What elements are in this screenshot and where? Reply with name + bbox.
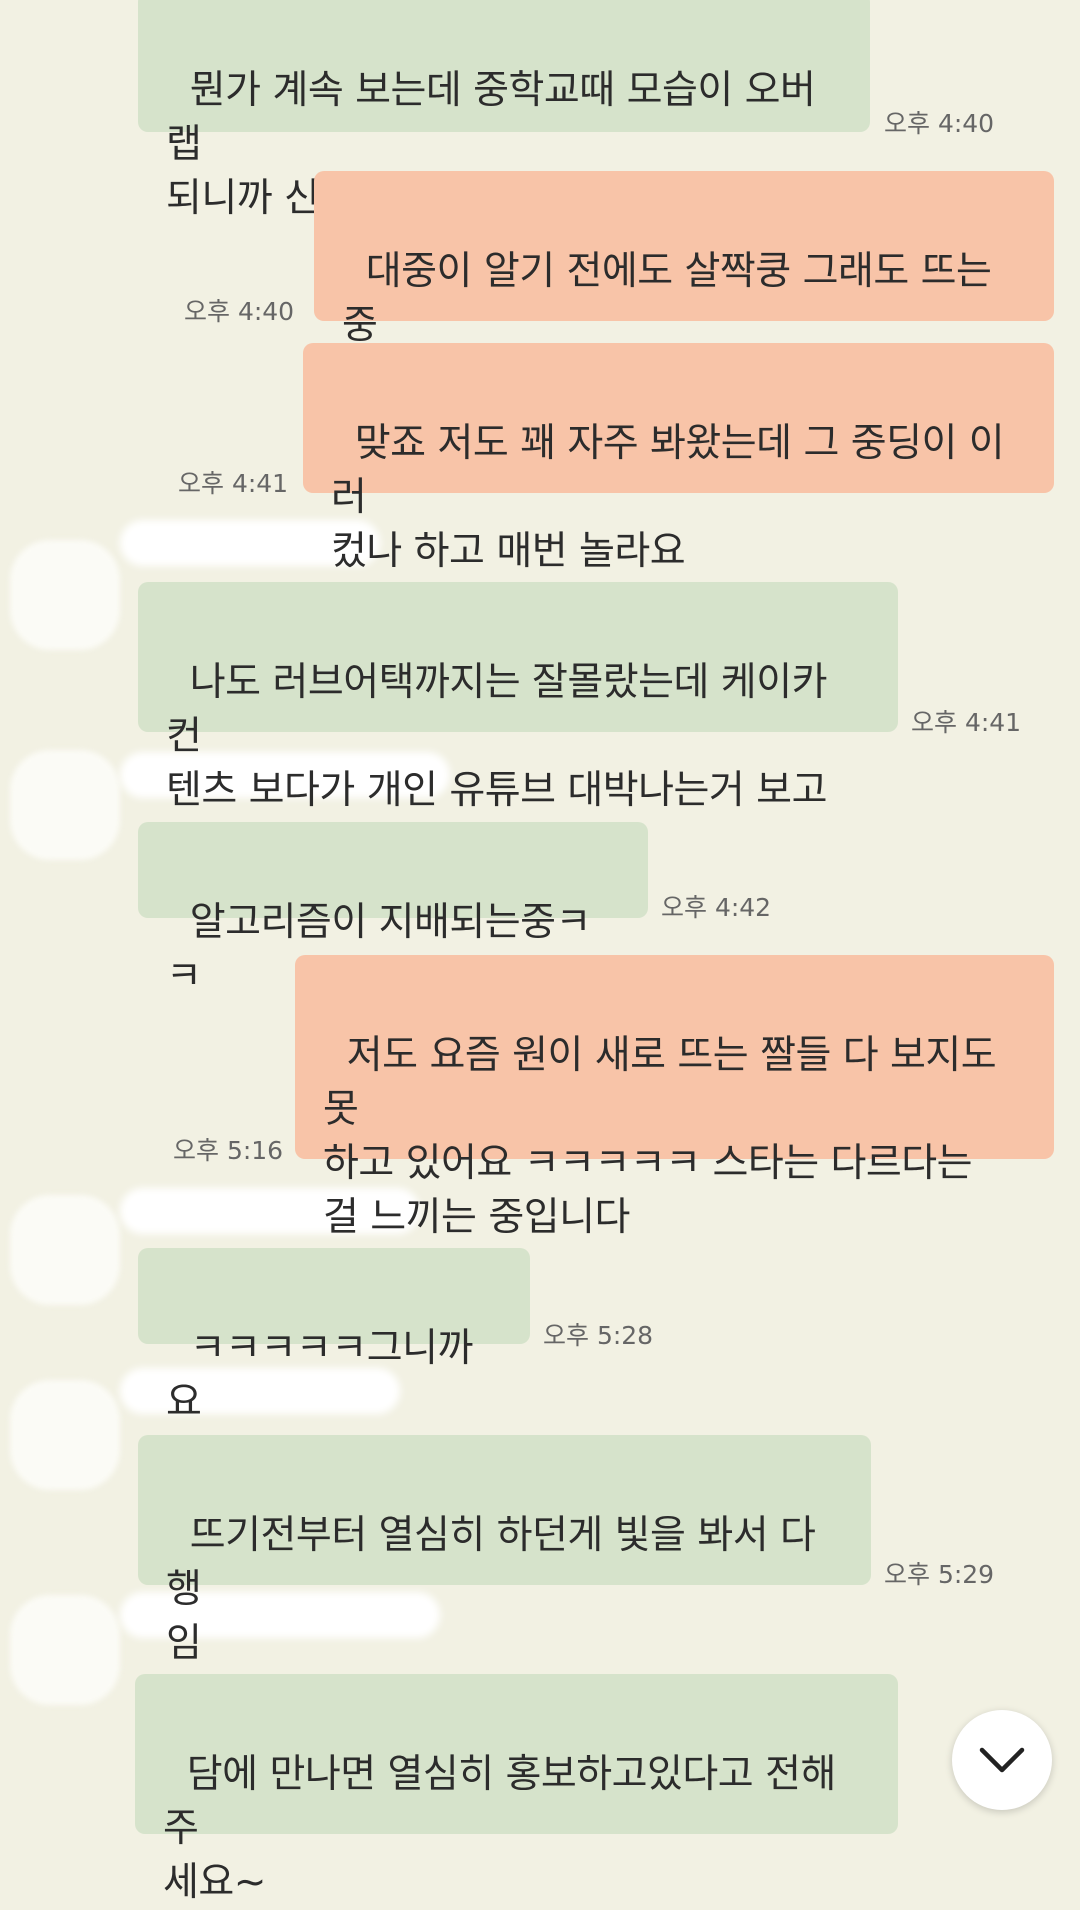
message-timestamp: 오후 4:41 [911, 708, 1022, 737]
chat-message-outgoing[interactable]: 저도 요즘 원이 새로 뜨는 짤들 다 보지도 못 하고 있어요 ㅋㅋㅋㅋㅋ 스… [295, 955, 1054, 1240]
chat-message-incoming[interactable]: 뭔가 계속 보는데 중학교때 모습이 오버랩 되니까 신기하네요ㅋㅋ [138, 0, 870, 221]
chat-message-outgoing[interactable]: 대중이 알기 전에도 살짝쿵 그래도 뜨는 중 이었달까 [314, 171, 1054, 402]
chat-message-incoming[interactable]: ㅋㅋㅋㅋㅋ그니까요 [138, 1248, 530, 1425]
message-text: 담에 만나면 열심히 홍보하고있다고 전해주 세요~ [163, 1752, 836, 1905]
message-timestamp: 오후 4:42 [661, 893, 772, 922]
chevron-down-icon [979, 1747, 1025, 1773]
chat-message-incoming[interactable]: 알고리즘이 지배되는중ㅋㅋ [138, 822, 648, 999]
avatar[interactable] [10, 750, 120, 860]
message-text: 나도 러브어택까지는 잘몰랐는데 케이카 컨 텐츠 보다가 개인 유튜브 대박나… [166, 660, 827, 813]
avatar[interactable] [10, 1195, 120, 1305]
avatar[interactable] [10, 1595, 120, 1705]
message-timestamp: 오후 5:29 [884, 1560, 995, 1589]
scroll-to-bottom-button[interactable] [952, 1710, 1052, 1810]
chat-message-incoming[interactable]: 담에 만나면 열심히 홍보하고있다고 전해주 세요~ [135, 1674, 898, 1905]
message-timestamp: 오후 5:28 [543, 1321, 654, 1350]
message-text: 저도 요즘 원이 새로 뜨는 짤들 다 보지도 못 하고 있어요 ㅋㅋㅋㅋㅋ 스… [323, 1033, 997, 1240]
chat-message-incoming[interactable]: 나도 러브어택까지는 잘몰랐는데 케이카 컨 텐츠 보다가 개인 유튜브 대박나… [138, 582, 898, 813]
chat-message-incoming[interactable]: 뜨기전부터 열심히 하던게 빛을 봐서 다행 임 [138, 1435, 871, 1666]
message-text: 맞죠 저도 꽤 자주 봐왔는데 그 중딩이 이러 컸나 하고 매번 놀라요 [331, 421, 1005, 574]
avatar[interactable] [10, 540, 120, 650]
message-timestamp: 오후 4:40 [184, 297, 295, 326]
message-text: 뜨기전부터 열심히 하던게 빛을 봐서 다행 임 [166, 1513, 816, 1666]
message-timestamp: 오후 4:40 [884, 109, 995, 138]
avatar[interactable] [10, 1380, 120, 1490]
message-timestamp: 오후 4:41 [178, 469, 289, 498]
chat-message-outgoing[interactable]: 맞죠 저도 꽤 자주 봐왔는데 그 중딩이 이러 컸나 하고 매번 놀라요 [303, 343, 1054, 574]
message-timestamp: 오후 5:16 [173, 1136, 284, 1165]
